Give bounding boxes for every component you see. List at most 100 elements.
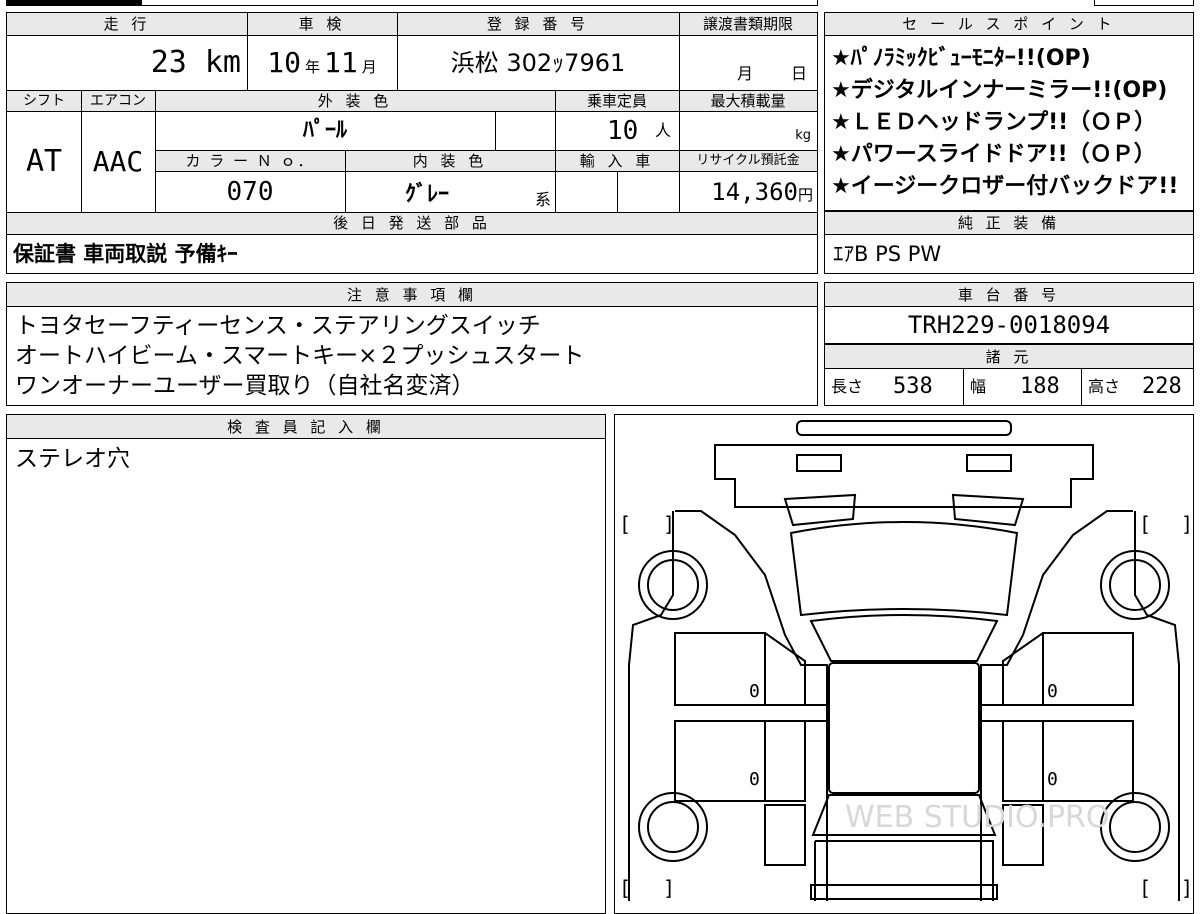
capacity-number: 10 — [607, 116, 639, 146]
grid-line — [345, 150, 346, 212]
specs-box: 諸 元 長さ 538 幅 188 高さ 228 — [824, 344, 1194, 406]
sales-point-item: ★パワースライドドア!!（ＯＰ） — [831, 142, 1156, 167]
later-parts-value: 保証書 車両取説 予備ｷｰ — [13, 242, 238, 266]
top-stub-black — [6, 0, 142, 6]
width-value: 188 — [1020, 374, 1060, 399]
rear-bumper — [810, 884, 998, 900]
spec-height: 高さ 228 — [1081, 369, 1193, 405]
vehicle-info-box: 走 行 車 検 登 録 番 号 譲渡書類期限 23 km 10 年 11 月 浜松 3… — [6, 12, 818, 274]
inspector-header: 検 査 員 記 入 欄 — [7, 415, 605, 439]
recycle-header: リサイクル預託金 — [696, 153, 800, 168]
door-mark: 0 — [749, 769, 760, 790]
notes-header: 注 意 事 項 欄 — [7, 283, 817, 307]
capacity-unit: 人 — [655, 121, 672, 140]
interior-color-header: 内 装 色 — [412, 152, 488, 170]
note-line: ワンオーナーユーザー買取り（自社名変済） — [15, 373, 475, 399]
length-value: 538 — [893, 374, 933, 399]
top-stub-row — [0, 0, 1200, 6]
registration-header: 登 録 番 号 — [486, 15, 590, 33]
shift-header: シフト — [23, 93, 65, 109]
grid-line — [555, 90, 556, 212]
spec-width: 幅 188 — [963, 369, 1081, 405]
sales-point-item: ★デジタルインナーミラー!!(OP) — [831, 78, 1168, 103]
door-mark: 0 — [749, 681, 760, 702]
registration-number: 浜松 302ｯ7961 — [450, 49, 626, 77]
genuine-equipment-header: 純 正 装 備 — [825, 212, 1193, 235]
exterior-color-header: 外 装 色 — [317, 92, 393, 110]
specs-header: 諸 元 — [825, 345, 1193, 369]
front-door-left-window — [764, 632, 806, 706]
height-label: 高さ — [1088, 377, 1121, 396]
sales-point-item: ★イージークロザー付バックドア!! — [831, 174, 1179, 199]
recycle-value: 14,360円 — [679, 172, 817, 212]
aircon-header: エアコン — [90, 93, 146, 109]
wheel-rear-left-inner — [647, 801, 699, 853]
top-stub-line — [142, 0, 818, 6]
capacity-header: 乗車定員 — [586, 92, 647, 110]
grid-line — [397, 13, 398, 90]
rear-door-left-window — [765, 720, 806, 802]
interior-color-text: ｸﾞﾚｰ — [405, 182, 450, 207]
bracket-open: [ — [619, 512, 631, 536]
chassis-header: 車 台 番 号 — [825, 283, 1193, 307]
vehicle-diagram: [ ] [ ] [ ] [ ] 0 0 0 0 WEB STUDIO.PRO — [619, 420, 1193, 901]
bracket-close: ] — [1181, 876, 1193, 900]
sales-points-box: セ ー ル ス ポ イ ン ト ★ﾊﾟﾉﾗﾐｯｸﾋﾞｭｰﾓﾆﾀｰ!!(OP) ★… — [824, 12, 1194, 211]
year-unit: 年 — [304, 58, 320, 76]
sales-point-item: ★ﾊﾟﾉﾗﾐｯｸﾋﾞｭｰﾓﾆﾀｰ!!(OP) — [831, 46, 1091, 71]
rear-door-right-window — [1002, 720, 1043, 802]
grid-line — [495, 112, 496, 150]
bracket-open: [ — [1139, 876, 1151, 900]
grid-line — [155, 90, 156, 212]
mileage-value: 23 km — [7, 36, 247, 90]
note-line: オートハイビーム・スマートキー×２プッシュスタート — [15, 343, 585, 369]
mileage-header: 走 行 — [103, 15, 151, 33]
rear-quarter-left — [764, 804, 806, 866]
fender-line-right — [1134, 511, 1180, 901]
sales-point-item: ★ＬＥＤヘッドランプ!!（ＯＰ） — [831, 110, 1157, 135]
chassis-box: 車 台 番 号 TRH229-0018094 — [824, 282, 1194, 344]
mileage-number: 23 — [150, 45, 187, 80]
color-no-value: 070 — [226, 177, 274, 207]
headlight-left — [796, 454, 842, 472]
door-mark: 0 — [1047, 681, 1058, 702]
front-wiper-area — [783, 493, 857, 527]
grid-line — [679, 13, 680, 212]
rear-panel — [814, 840, 994, 901]
shift-value: AT — [25, 144, 63, 179]
notes-box: 注 意 事 項 欄 トヨタセーフティーセンス・ステアリングスイッチ オートハイビ… — [6, 282, 818, 406]
max-load-header: 最大積載量 — [710, 92, 786, 110]
roof-front — [809, 614, 999, 662]
wheel-rear-left — [638, 792, 708, 862]
genuine-equipment-box: 純 正 装 備 ｴｱB PS PW — [824, 211, 1194, 274]
fender-line-left — [628, 511, 674, 901]
later-parts-header: 後 日 発 送 部 品 — [333, 214, 491, 232]
front-door-right-window — [1002, 632, 1044, 706]
door-mark: 0 — [1047, 769, 1058, 790]
side-sill-left — [675, 704, 827, 722]
windshield — [789, 521, 1019, 617]
wheel-rear-right-inner — [1109, 801, 1161, 853]
transfer-deadline-value: 月 日 — [679, 36, 817, 90]
inspection-month: 11 — [324, 46, 358, 79]
max-load-unit: kg — [795, 128, 811, 143]
vehicle-diagram-box: [ ] [ ] [ ] [ ] 0 0 0 0 WEB STUDIO.PRO — [614, 414, 1194, 914]
mileage-unit: km — [204, 45, 241, 80]
inspection-header: 車 検 — [298, 15, 346, 33]
inspection-value: 10 年 11 月 — [247, 36, 397, 90]
color-no-header: カ ラ ー Ｎ ｏ． — [185, 152, 315, 170]
genuine-equipment-value: ｴｱB PS PW — [833, 242, 942, 266]
grid-line — [81, 90, 82, 212]
recycle-amount: 14,360 — [711, 178, 798, 206]
grid-line — [617, 172, 618, 212]
roof — [828, 662, 980, 794]
front-wiper-area — [951, 493, 1025, 527]
bracket-close: ] — [663, 876, 675, 900]
inspector-box: 検 査 員 記 入 欄 ステレオ穴 — [6, 414, 606, 914]
grid-line — [247, 13, 248, 90]
aircon-value: AAC — [92, 145, 144, 178]
watermark: WEB STUDIO.PRO — [845, 800, 1110, 835]
top-stub-right — [1094, 0, 1194, 6]
width-label: 幅 — [970, 377, 987, 396]
recycle-unit: 円 — [797, 186, 813, 204]
